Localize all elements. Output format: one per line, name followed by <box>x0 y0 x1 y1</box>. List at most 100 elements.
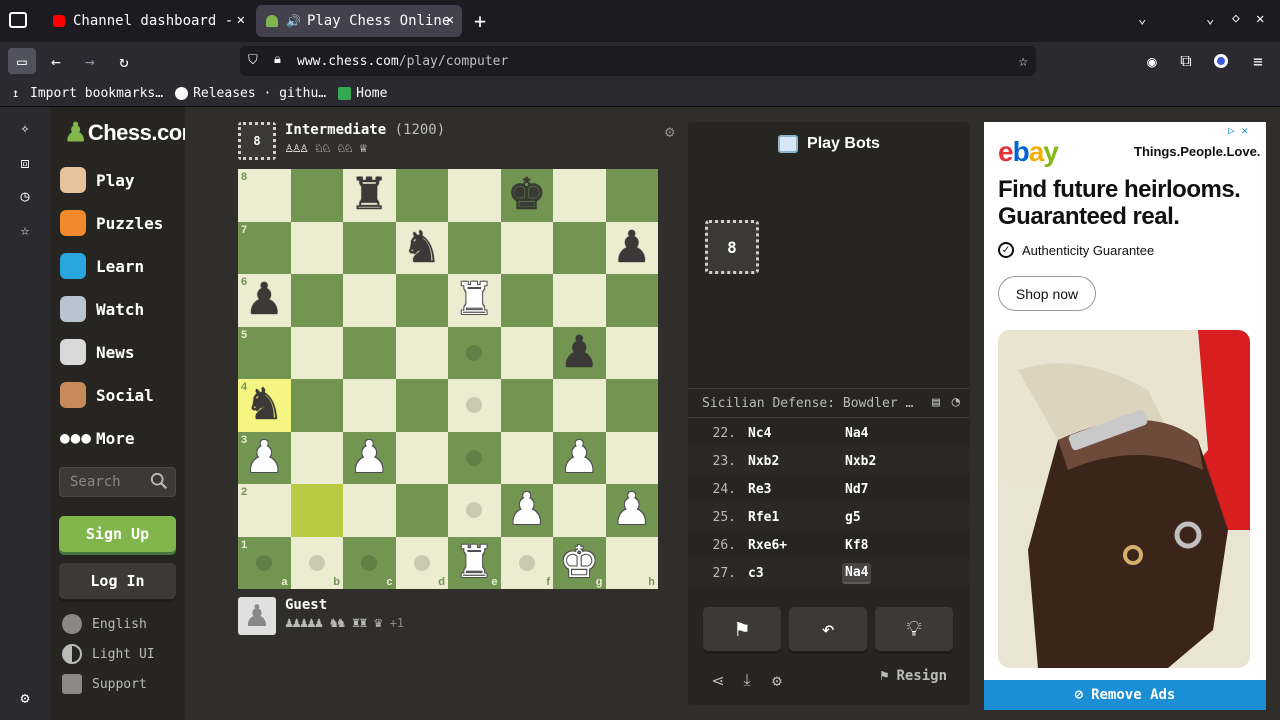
square-h6[interactable] <box>605 274 658 327</box>
square-g4[interactable] <box>553 379 606 432</box>
square-d6[interactable] <box>395 274 448 327</box>
speaker-icon[interactable]: 🔊 <box>286 14 301 28</box>
explorer-icon[interactable]: ◔ <box>952 394 960 410</box>
resign-button[interactable]: ⚑ Resign <box>880 668 947 684</box>
move-hint-dot[interactable] <box>466 344 483 361</box>
chevron-down-icon[interactable]: ⌄ <box>1138 11 1146 27</box>
reload-button[interactable]: ↻ <box>110 48 138 74</box>
piece-c3[interactable]: ♟ <box>343 432 396 485</box>
theme-toggle[interactable]: Light UI <box>62 643 155 665</box>
square-g2[interactable] <box>553 484 606 537</box>
lock-icon[interactable]: 🔒︎ <box>274 52 281 67</box>
search-input[interactable]: Search <box>59 467 176 497</box>
white-move[interactable]: c3 <box>748 566 842 581</box>
square-g8[interactable] <box>553 169 606 222</box>
piece-e1[interactable]: ♜ <box>448 537 501 590</box>
shop-now-button[interactable]: Shop now <box>998 276 1096 311</box>
nav-more[interactable]: ●●● More <box>60 421 180 455</box>
forward-button[interactable]: → <box>76 48 104 74</box>
ai-sparkle-icon[interactable]: ✧ <box>14 117 36 139</box>
piece-g5[interactable]: ♟ <box>553 327 606 380</box>
square-c7[interactable] <box>343 221 396 274</box>
language-link[interactable]: English <box>62 613 147 635</box>
support-link[interactable]: Support <box>62 673 147 695</box>
bookmark-star-icon[interactable]: ☆ <box>1018 51 1028 70</box>
square-a5[interactable]: 5 <box>238 326 291 379</box>
piece-a3[interactable]: ♟ <box>238 432 291 485</box>
log-in-button[interactable]: Log In <box>59 563 176 599</box>
square-b6[interactable] <box>290 274 343 327</box>
nav-play[interactable]: Play <box>60 163 180 197</box>
square-d2[interactable] <box>395 484 448 537</box>
square-f5[interactable] <box>500 326 553 379</box>
opponent-name[interactable]: Intermediate (1200) <box>285 122 445 138</box>
black-move[interactable]: Kf8 <box>842 536 871 555</box>
sidebar-toggle-button[interactable]: ▭ <box>8 48 36 74</box>
square-h5[interactable] <box>605 326 658 379</box>
nav-learn[interactable]: Learn <box>60 249 180 283</box>
square-h3[interactable] <box>605 431 658 484</box>
back-button[interactable]: ← <box>42 48 70 74</box>
sign-up-button[interactable]: Sign Up <box>59 516 176 552</box>
square-d4[interactable] <box>395 379 448 432</box>
download-icon[interactable]: ⤓ <box>737 670 757 690</box>
settings-gear-icon[interactable]: ⚙ <box>665 122 675 141</box>
square-g7[interactable] <box>553 221 606 274</box>
tab-channel-dashboard[interactable]: Channel dashboard - ✕ <box>43 5 253 37</box>
square-d3[interactable] <box>395 431 448 484</box>
book-icon[interactable]: ▤ <box>932 395 940 410</box>
piece-h7[interactable]: ♟ <box>606 222 659 275</box>
black-move[interactable]: Na4 <box>842 562 872 584</box>
close-tab-icon[interactable]: ✕ <box>446 12 454 28</box>
minimize-icon[interactable]: ⌄ <box>1206 11 1214 27</box>
chesscom-logo[interactable]: ♟ Chess.com <box>64 117 201 148</box>
extensions-icon[interactable]: ⧉ <box>1172 48 1200 74</box>
black-move[interactable]: g5 <box>842 508 864 527</box>
square-h4[interactable] <box>605 379 658 432</box>
square-b3[interactable] <box>290 431 343 484</box>
nav-puzzles[interactable]: Puzzles <box>60 206 180 240</box>
move-hint-dot[interactable] <box>308 554 325 571</box>
piece-c8[interactable]: ♜ <box>343 169 396 222</box>
square-c6[interactable] <box>343 274 396 327</box>
piece-a6[interactable]: ♟ <box>238 274 291 327</box>
bookmarks-icon[interactable]: ☆ <box>14 219 36 241</box>
piece-f2[interactable]: ♟ <box>501 484 554 537</box>
square-e8[interactable] <box>448 169 501 222</box>
bookmark-import[interactable]: ↥ Import bookmarks… <box>12 86 163 101</box>
square-d5[interactable] <box>395 326 448 379</box>
bookmark-home[interactable]: Home <box>338 86 387 101</box>
bot-level-avatar[interactable]: 8 <box>705 220 759 274</box>
tab-play-chess[interactable]: 🔊 Play Chess Online ✕ <box>256 5 462 37</box>
move-hint-dot[interactable] <box>518 554 535 571</box>
piece-f8[interactable]: ♚ <box>501 169 554 222</box>
square-c4[interactable] <box>343 379 396 432</box>
advertisement[interactable]: ▷ ✕ ebay Things.People.Love. Find future… <box>984 122 1266 696</box>
square-b8[interactable] <box>290 169 343 222</box>
account-icon[interactable]: ◉ <box>1138 48 1166 74</box>
square-a8[interactable]: 8 <box>238 169 291 222</box>
guest-avatar[interactable]: ♟ <box>238 597 276 635</box>
search-icon[interactable] <box>150 472 168 490</box>
sidebar-settings-icon[interactable]: ⚙ <box>14 687 36 709</box>
ad-choices-icon[interactable]: ▷ ✕ <box>1228 124 1248 137</box>
move-hint-dot[interactable] <box>256 554 273 571</box>
shield-icon[interactable]: ⛉ <box>248 53 258 68</box>
bot-avatar[interactable]: 8 <box>238 122 276 160</box>
white-move[interactable]: Re3 <box>748 482 842 497</box>
square-b5[interactable] <box>290 326 343 379</box>
square-h8[interactable] <box>605 169 658 222</box>
piece-g1[interactable]: ♚ <box>553 537 606 590</box>
piece-a4[interactable]: ♞ <box>238 379 291 432</box>
square-b2[interactable] <box>290 484 343 537</box>
url-bar[interactable]: ⛉ 🔒︎ www.chess.com/play/computer ☆ <box>240 46 1036 76</box>
menu-icon[interactable]: ≡ <box>1244 48 1272 74</box>
extension-blue-icon[interactable] <box>1207 48 1235 74</box>
player-name[interactable]: Guest <box>285 597 404 613</box>
move-hint-dot[interactable] <box>361 554 378 571</box>
piece-e6[interactable]: ♜ <box>448 274 501 327</box>
piece-h2[interactable]: ♟ <box>606 484 659 537</box>
maximize-icon[interactable]: ◇ <box>1232 11 1240 26</box>
square-c5[interactable] <box>343 326 396 379</box>
close-window-icon[interactable]: ✕ <box>1256 11 1264 27</box>
